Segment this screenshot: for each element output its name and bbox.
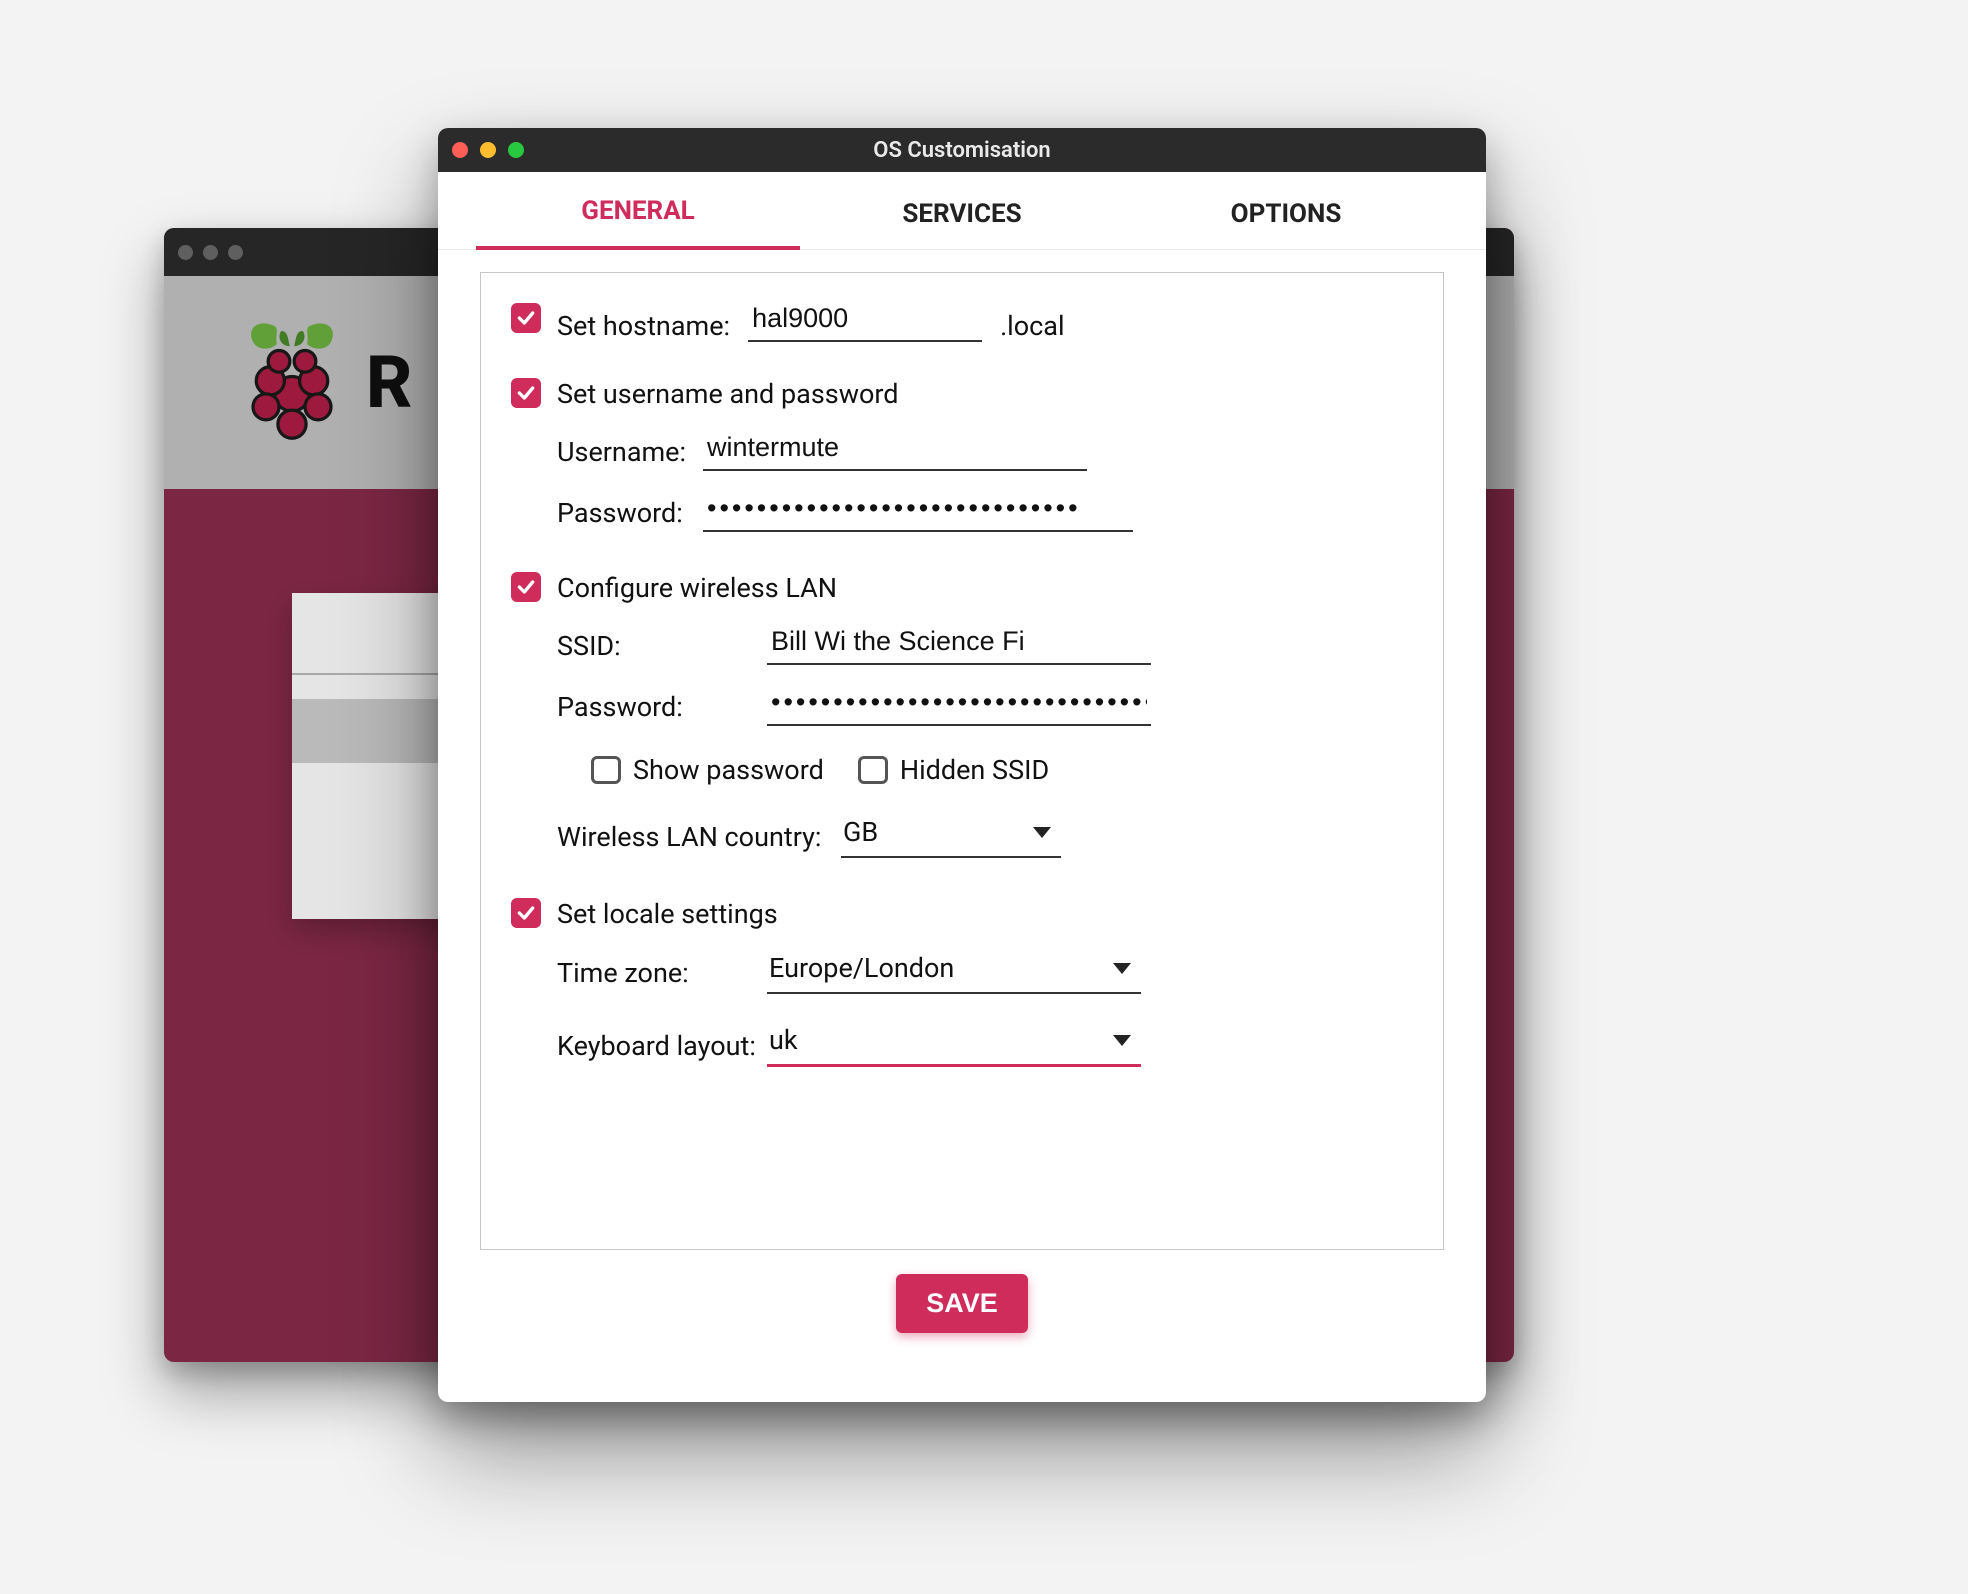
username-input[interactable] [703, 432, 1087, 471]
hidden-ssid-label: Hidden SSID [900, 754, 1049, 786]
wifi-country-label: Wireless LAN country: [557, 821, 841, 853]
ssid-row: SSID: [557, 626, 1413, 665]
ssid-input[interactable] [767, 626, 1151, 665]
set-userpass-label: Set username and password [557, 378, 899, 410]
timezone-row: Time zone: Europe/London [557, 952, 1413, 994]
wifi-password-row: Password: [557, 687, 1413, 726]
tabs: GENERAL SERVICES OPTIONS [438, 172, 1486, 250]
keyboard-label: Keyboard layout: [557, 1030, 767, 1062]
set-hostname-label: Set hostname: [557, 310, 730, 342]
chevron-down-icon [1033, 827, 1051, 838]
window-title: OS Customisation [873, 138, 1050, 163]
save-button[interactable]: SAVE [896, 1274, 1028, 1333]
configure-wifi-checkbox[interactable] [511, 572, 541, 602]
userpass-password-label: Password: [557, 497, 703, 529]
configure-wifi-section: Configure wireless LAN [511, 572, 1413, 604]
username-row: Username: [557, 432, 1413, 471]
wifi-password-label: Password: [557, 691, 767, 723]
bg-traffic-min-icon [203, 245, 218, 260]
raspberry-pi-logo-icon [236, 318, 348, 448]
userpass-password-row: Password: [557, 493, 1413, 532]
bg-traffic-max-icon [228, 245, 243, 260]
fg-titlebar[interactable]: OS Customisation [438, 128, 1486, 172]
wifi-password-input[interactable] [767, 687, 1151, 726]
set-hostname-section: Set hostname: .local [511, 303, 1413, 342]
username-label: Username: [557, 436, 703, 468]
window-zoom-icon[interactable] [508, 142, 524, 158]
bg-traffic-lights [178, 245, 243, 260]
hostname-input[interactable] [748, 303, 982, 342]
hidden-ssid-checkbox-row: Hidden SSID [858, 754, 1049, 786]
hidden-ssid-checkbox[interactable] [858, 756, 888, 784]
configure-wifi-label: Configure wireless LAN [557, 572, 837, 604]
keyboard-layout-value: uk [769, 1024, 798, 1056]
bg-brand-text: R [366, 340, 413, 425]
userpass-password-input[interactable] [703, 493, 1133, 532]
timezone-value: Europe/London [769, 952, 954, 984]
wifi-country-select[interactable]: GB [841, 816, 1061, 858]
show-password-checkbox[interactable] [591, 756, 621, 784]
window-close-icon[interactable] [452, 142, 468, 158]
set-userpass-checkbox[interactable] [511, 378, 541, 408]
set-locale-section: Set locale settings [511, 898, 1413, 930]
general-form: Set hostname: .local Set username and pa… [480, 272, 1444, 1250]
os-customisation-window: OS Customisation GENERAL SERVICES OPTION… [438, 128, 1486, 1402]
window-minimise-icon[interactable] [480, 142, 496, 158]
set-locale-label: Set locale settings [557, 898, 778, 930]
keyboard-row: Keyboard layout: uk [557, 1024, 1413, 1067]
tab-options[interactable]: OPTIONS [1124, 199, 1448, 249]
fg-traffic-lights [452, 142, 524, 158]
keyboard-layout-select[interactable]: uk [767, 1024, 1141, 1067]
wifi-country-value: GB [843, 816, 878, 848]
ssid-label: SSID: [557, 630, 767, 662]
bg-traffic-close-icon [178, 245, 193, 260]
chevron-down-icon [1113, 963, 1131, 974]
show-password-checkbox-row: Show password [591, 754, 824, 786]
chevron-down-icon [1113, 1035, 1131, 1046]
tab-general[interactable]: GENERAL [476, 196, 800, 250]
timezone-label: Time zone: [557, 957, 767, 989]
show-password-label: Show password [633, 754, 824, 786]
set-userpass-section: Set username and password [511, 378, 1413, 410]
hostname-suffix: .local [1000, 310, 1064, 342]
timezone-select[interactable]: Europe/London [767, 952, 1141, 994]
set-locale-checkbox[interactable] [511, 898, 541, 928]
set-hostname-checkbox[interactable] [511, 303, 541, 333]
tab-services[interactable]: SERVICES [800, 199, 1124, 249]
